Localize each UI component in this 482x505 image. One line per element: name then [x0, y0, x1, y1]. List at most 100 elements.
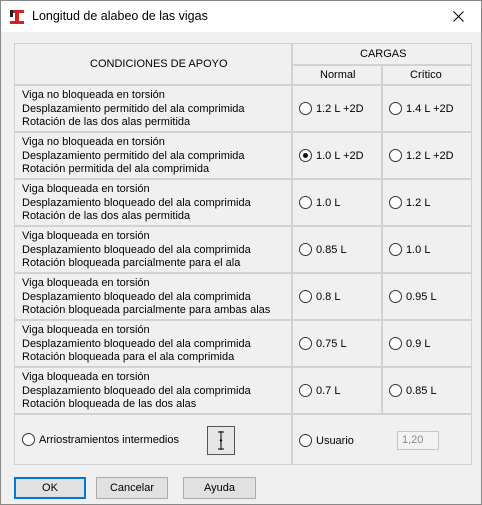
normal-value-label: 1.0 L [316, 196, 341, 209]
condition-line: Rotación de las dos alas permitida [22, 210, 191, 222]
critico-option-cell: 1.4 L +2D [382, 85, 472, 132]
radio-circle[interactable] [22, 433, 35, 446]
normal-value-label: 0.7 L [316, 384, 341, 397]
condition-line: Viga no bloqueada en torsión [22, 89, 165, 101]
condition-line: Rotación de las dos alas permitida [22, 116, 191, 128]
critico-option-cell: 1.2 L [382, 179, 472, 226]
ok-button[interactable]: OK [14, 477, 86, 499]
header-critico-cell: Crítico [382, 65, 472, 85]
bracing-diagram-button[interactable] [207, 426, 235, 455]
usuario-value-input[interactable]: 1,20 [397, 431, 439, 450]
normal-option-cell: 0.8 L [292, 273, 382, 320]
help-button[interactable]: Ayuda [183, 477, 256, 499]
critico-value-label: 1.2 L [406, 196, 431, 209]
header-cargas: CARGAS [360, 48, 407, 60]
critico-radio[interactable]: 1.2 L +2D [389, 149, 454, 162]
radio-circle[interactable] [299, 196, 312, 209]
radio-circle[interactable] [389, 196, 402, 209]
normal-radio[interactable]: 0.8 L [299, 290, 340, 303]
normal-radio[interactable]: 1.0 L [299, 196, 340, 209]
condition-cell: Viga bloqueada en torsión Desplazamiento … [14, 226, 292, 273]
normal-radio[interactable]: 1.0 L +2D [299, 149, 364, 162]
header-normal: Normal [320, 69, 356, 81]
condition-cell: Viga no bloqueada en torsión Desplazamien… [14, 132, 292, 179]
normal-value-label: 0.75 L [316, 337, 347, 350]
radio-circle[interactable] [299, 102, 312, 115]
condition-line: Desplazamiento permitido del ala comprim… [22, 149, 245, 162]
header-condiciones: CONDICIONES DE APOYO [90, 58, 228, 70]
critico-radio[interactable]: 0.95 L [389, 290, 437, 303]
normal-value-label: 0.8 L [316, 290, 341, 303]
condition-line: Viga bloqueada en torsión [22, 277, 150, 289]
condition-cell: Viga bloqueada en torsión Desplazamiento … [14, 179, 292, 226]
normal-radio[interactable]: 1.2 L +2D [299, 102, 364, 115]
critico-option-cell: 0.95 L [382, 273, 472, 320]
condition-cell: Viga bloqueada en torsión Desplazamiento … [14, 320, 292, 367]
condition-cell: Viga bloqueada en torsión Desplazamiento … [14, 273, 292, 320]
condition-line: Viga no bloqueada en torsión [22, 136, 165, 148]
condition-cell: Viga bloqueada en torsión Desplazamiento … [14, 367, 292, 414]
normal-radio[interactable]: 0.75 L [299, 337, 347, 350]
critico-radio[interactable]: 1.4 L +2D [389, 102, 454, 115]
condition-line: Desplazamiento bloqueado del ala comprim… [22, 243, 251, 256]
condition-line: Viga bloqueada en torsión [22, 324, 150, 336]
normal-radio[interactable]: 0.85 L [299, 243, 347, 256]
radio-circle[interactable] [299, 290, 312, 303]
radio-circle[interactable] [389, 337, 402, 350]
radio-circle[interactable] [299, 149, 312, 162]
normal-option-cell: 1.0 L +2D [292, 132, 382, 179]
critico-option-cell: 0.85 L [382, 367, 472, 414]
normal-option-cell: 0.7 L [292, 367, 382, 414]
critico-value-label: 0.9 L [406, 337, 431, 350]
cancel-button[interactable]: Cancelar [96, 477, 168, 499]
normal-option-cell: 0.75 L [292, 320, 382, 367]
arriostramientos-radio[interactable]: Arriostramientos intermedios [22, 433, 179, 446]
critico-value-label: 0.85 L [406, 384, 437, 397]
usuario-radio[interactable]: Usuario [299, 434, 354, 447]
condition-line: Desplazamiento bloqueado del ala comprim… [22, 290, 251, 303]
radio-circle[interactable] [299, 337, 312, 350]
normal-radio[interactable]: 0.7 L [299, 384, 340, 397]
radio-circle[interactable] [389, 290, 402, 303]
critico-radio[interactable]: 1.2 L [389, 196, 430, 209]
condition-line: Desplazamiento bloqueado del ala comprim… [22, 337, 251, 350]
header-critico: Crítico [410, 69, 442, 81]
radio-circle[interactable] [299, 243, 312, 256]
app-logo-icon [10, 10, 24, 24]
condition-line: Viga bloqueada en torsión [22, 183, 150, 195]
radio-circle[interactable] [389, 149, 402, 162]
critico-value-label: 1.4 L +2D [406, 102, 454, 115]
normal-option-cell: 1.2 L +2D [292, 85, 382, 132]
close-icon [452, 11, 464, 22]
header-cargas-cell: CARGAS [292, 43, 472, 65]
critico-radio[interactable]: 0.85 L [389, 384, 437, 397]
condition-line: Rotación bloqueada parcialmente para amb… [22, 304, 271, 316]
critico-radio[interactable]: 0.9 L [389, 337, 430, 350]
critico-value-label: 1.2 L +2D [406, 149, 454, 162]
normal-value-label: 1.0 L +2D [316, 149, 364, 162]
radio-circle[interactable] [389, 243, 402, 256]
radio-circle[interactable] [389, 384, 402, 397]
condition-line: Viga bloqueada en torsión [22, 371, 150, 383]
bracing-diagram-icon [218, 431, 224, 450]
critico-option-cell: 1.0 L [382, 226, 472, 273]
critico-radio[interactable]: 1.0 L [389, 243, 430, 256]
condition-line: Rotación bloqueada de las dos alas [22, 398, 197, 410]
arriostramientos-label: Arriostramientos intermedios [39, 433, 179, 446]
critico-value-label: 0.95 L [406, 290, 437, 303]
window-title: Longitud de alabeo de las vigas [32, 9, 208, 23]
critico-option-cell: 1.2 L +2D [382, 132, 472, 179]
radio-circle[interactable] [389, 102, 402, 115]
condition-line: Desplazamiento bloqueado del ala comprim… [22, 384, 251, 397]
radio-circle[interactable] [299, 434, 312, 447]
radio-circle[interactable] [299, 384, 312, 397]
close-button[interactable] [435, 1, 481, 32]
condition-line: Desplazamiento bloqueado del ala comprim… [22, 196, 251, 209]
condition-line: Rotación permitida del ala comprimida [22, 163, 210, 175]
condition-line: Viga bloqueada en torsión [22, 230, 150, 242]
dialog-window: Longitud de alabeo de las vigas CONDICIO… [0, 0, 482, 505]
condition-cell: Viga no bloqueada en torsión Desplazamien… [14, 85, 292, 132]
normal-value-label: 0.85 L [316, 243, 347, 256]
critico-value-label: 1.0 L [406, 243, 431, 256]
header-normal-cell: Normal [292, 65, 382, 85]
